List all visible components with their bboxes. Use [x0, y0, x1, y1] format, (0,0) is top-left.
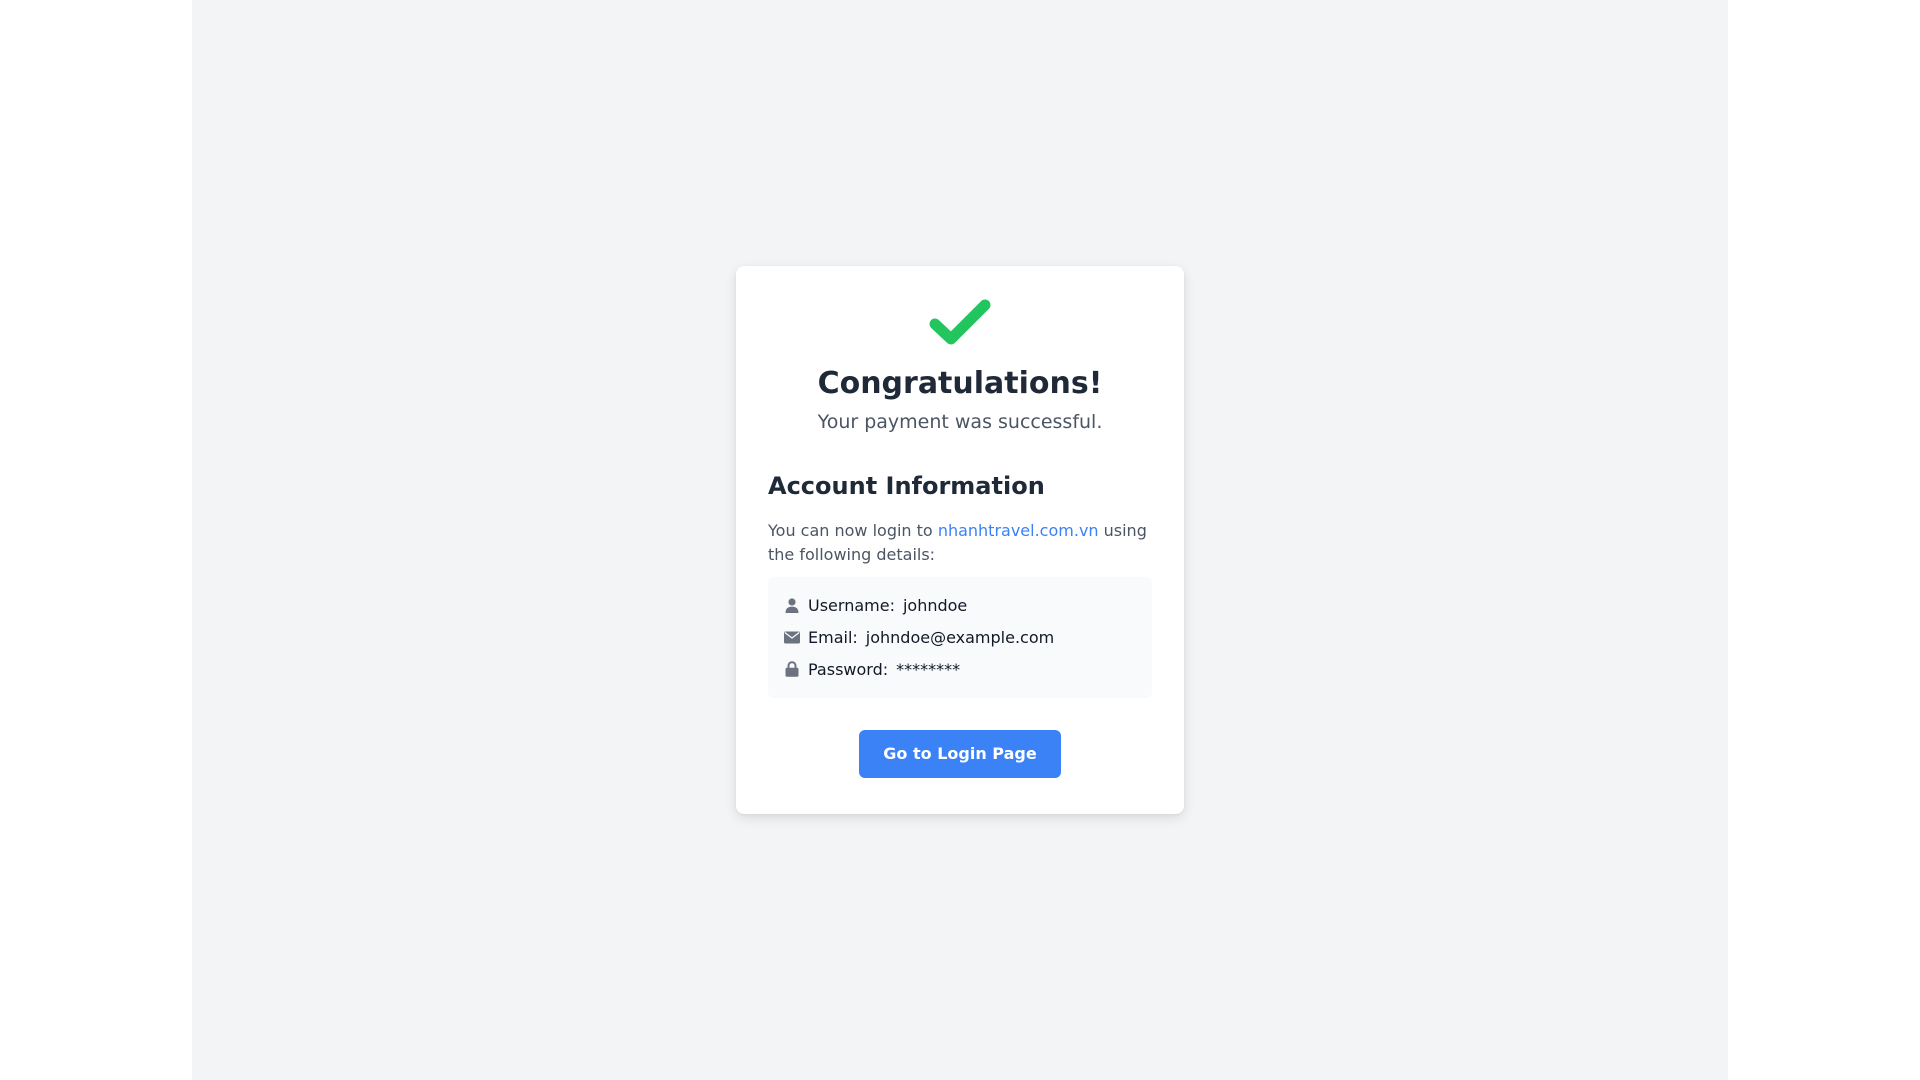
go-to-login-button[interactable]: Go to Login Page	[859, 730, 1061, 778]
envelope-icon	[784, 629, 800, 645]
lock-icon	[784, 661, 800, 677]
button-wrap: Go to Login Page	[768, 730, 1152, 778]
payment-status-text: Your payment was successful.	[817, 411, 1103, 433]
username-value: johndoe	[902, 595, 968, 615]
success-card: Congratulations! Your payment was succes…	[736, 266, 1184, 814]
success-icon-wrap	[768, 298, 1152, 354]
page-title: Congratulations!	[817, 366, 1103, 401]
username-row: Username: johndoe	[784, 593, 1136, 617]
password-label: Password:	[808, 659, 889, 679]
email-label: Email:	[808, 627, 858, 647]
site-link[interactable]: nhanhtravel.com.vn	[938, 521, 1099, 540]
account-info-heading: Account Information	[768, 472, 1045, 500]
user-icon	[784, 597, 800, 613]
password-value: ********	[896, 659, 961, 679]
account-details-box: Username: johndoe Email: johndoe@example…	[768, 577, 1152, 698]
email-value: johndoe@example.com	[865, 627, 1055, 647]
login-instructions: You can now login to nhanhtravel.com.vn …	[768, 519, 1152, 567]
password-row: Password: ********	[784, 657, 1136, 681]
intro-prefix: You can now login to	[768, 521, 938, 540]
username-label: Username:	[808, 595, 895, 615]
check-icon	[929, 299, 991, 345]
email-row: Email: johndoe@example.com	[784, 625, 1136, 649]
